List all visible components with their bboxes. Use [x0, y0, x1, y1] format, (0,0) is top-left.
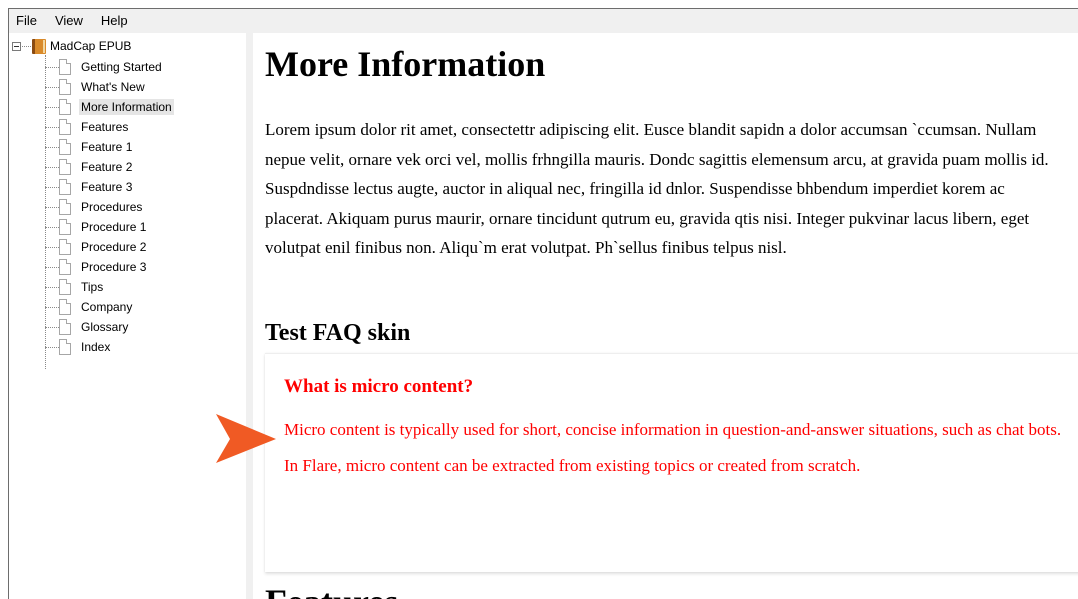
- tree-item-label: Procedure 3: [81, 260, 147, 274]
- page-icon: [59, 139, 71, 155]
- tree-item-label: Index: [81, 340, 111, 354]
- app-window: File View Help MadCap EPUB Getting Start…: [8, 8, 1078, 599]
- tree-item-feature-1[interactable]: Feature 1: [45, 137, 134, 157]
- page-icon: [59, 219, 71, 235]
- tree-item-label: Getting Started: [81, 60, 162, 74]
- menu-help[interactable]: Help: [92, 9, 137, 33]
- menu-view[interactable]: View: [46, 9, 92, 33]
- page-icon: [59, 79, 71, 95]
- page-icon: [59, 239, 71, 255]
- page-icon: [59, 339, 71, 355]
- tree-item-label: Feature 2: [81, 160, 133, 174]
- page-icon: [59, 319, 71, 335]
- page-icon: [59, 259, 71, 275]
- tree-item-features[interactable]: Features: [45, 117, 130, 137]
- tree-item-label: What's New: [81, 80, 145, 94]
- tree-item-procedure-2[interactable]: Procedure 2: [45, 237, 148, 257]
- body-paragraph: Lorem ipsum dolor rit amet, consectettr …: [265, 120, 1049, 257]
- tree-item-label: Feature 3: [81, 180, 133, 194]
- tree-item-tips[interactable]: Tips: [45, 277, 105, 297]
- callout-arrow-icon: [216, 414, 276, 463]
- tree-item-label: Glossary: [81, 320, 129, 334]
- faq-card: What is micro content? Micro content is …: [265, 353, 1078, 572]
- page-icon: [59, 199, 71, 215]
- tree-item-label: Procedure 1: [81, 220, 147, 234]
- tree-root-node[interactable]: MadCap EPUB: [12, 37, 131, 55]
- next-section-heading: Features: [265, 581, 398, 599]
- tree-item-getting-started[interactable]: Getting Started: [45, 57, 164, 77]
- faq-answer: Micro content is typically used for shor…: [284, 420, 1062, 475]
- tree-item-more-information[interactable]: More Information: [45, 97, 174, 117]
- tree-item-feature-3[interactable]: Feature 3: [45, 177, 134, 197]
- faq-question[interactable]: What is micro content?: [284, 375, 473, 399]
- tree-item-label: Features: [81, 120, 129, 134]
- tree-item-label: Procedure 2: [81, 240, 147, 254]
- tree-item-label: Feature 1: [81, 140, 133, 154]
- page-icon: [59, 299, 71, 315]
- tree-item-label-selected: More Information: [79, 99, 174, 115]
- page-icon: [59, 159, 71, 175]
- collapse-icon[interactable]: [12, 41, 21, 51]
- tree-item-index[interactable]: Index: [45, 337, 112, 357]
- topic-content-pane: More Information Lorem ipsum dolor rit a…: [253, 33, 1078, 599]
- tree-item-procedures[interactable]: Procedures: [45, 197, 144, 217]
- page-icon: [59, 179, 71, 195]
- tree-item-whats-new[interactable]: What's New: [45, 77, 147, 97]
- toc-tree: MadCap EPUB Getting Started What's New M…: [9, 33, 246, 599]
- tree-item-label: Procedures: [81, 200, 143, 214]
- tree-item-procedure-3[interactable]: Procedure 3: [45, 257, 148, 277]
- pane-splitter[interactable]: [246, 33, 253, 599]
- page-title: More Information: [265, 44, 546, 84]
- menu-file[interactable]: File: [9, 9, 46, 33]
- faq-heading: Test FAQ skin: [265, 320, 411, 346]
- page-icon: [59, 99, 71, 115]
- page-icon: [59, 279, 71, 295]
- tree-item-glossary[interactable]: Glossary: [45, 317, 130, 337]
- tree-item-label: Company: [81, 300, 133, 314]
- page-icon: [59, 59, 71, 75]
- tree-item-procedure-1[interactable]: Procedure 1: [45, 217, 148, 237]
- tree-item-company[interactable]: Company: [45, 297, 134, 317]
- menu-bar: File View Help: [9, 9, 1078, 33]
- book-icon: [32, 38, 46, 54]
- tree-root-label: MadCap EPUB: [50, 39, 132, 53]
- page-icon: [59, 119, 71, 135]
- tree-item-feature-2[interactable]: Feature 2: [45, 157, 134, 177]
- tree-item-label: Tips: [81, 280, 104, 294]
